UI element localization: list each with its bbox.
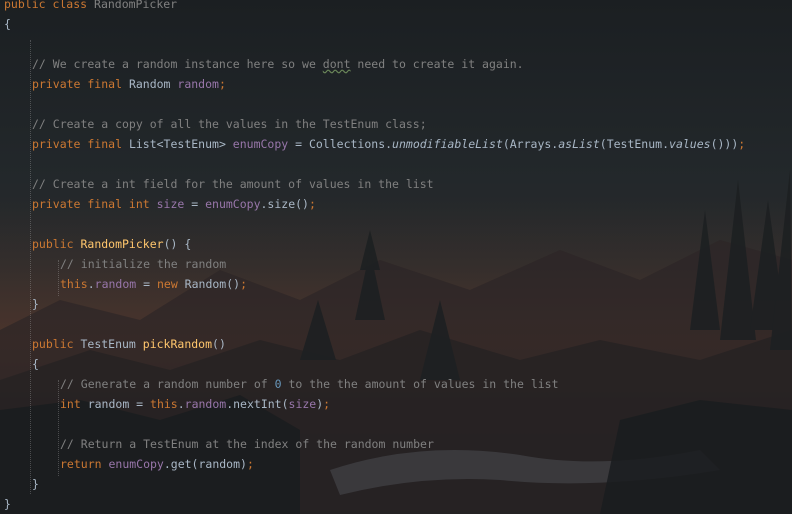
- code-token: unmodifiableList: [392, 137, 503, 151]
- code-line[interactable]: private final List<TestEnum> enumCopy = …: [32, 134, 745, 154]
- code-token: {: [32, 357, 39, 371]
- code-token: public: [32, 337, 81, 351]
- code-token: public: [32, 237, 81, 251]
- code-token: random: [177, 77, 219, 91]
- code-token: List<TestEnum>: [128, 137, 233, 151]
- code-token: int: [60, 397, 88, 411]
- code-editor[interactable]: public class RandomPicker { // We create a…: [0, 0, 792, 514]
- code-token: public class: [4, 0, 95, 11]
- code-token: }: [32, 477, 39, 491]
- code-token: ;: [218, 77, 226, 91]
- code-line[interactable]: // Return a TestEnum at the index of the…: [60, 434, 434, 454]
- code-token: (Arrays.: [502, 137, 559, 151]
- code-token: private final: [32, 137, 129, 151]
- code-token: need to create it again.: [350, 57, 524, 71]
- code-token: (TestEnum.: [599, 137, 670, 151]
- code-token: random: [184, 397, 227, 411]
- code-token: enumCopy: [108, 457, 164, 471]
- code-line[interactable]: public class RandomPicker: [4, 0, 177, 14]
- code-line[interactable]: private final int size = enumCopy.size()…: [32, 194, 316, 214]
- code-token: // We create a random instance here so w…: [32, 57, 323, 71]
- code-line[interactable]: private final Random random;: [32, 74, 226, 94]
- code-token: values: [669, 137, 711, 151]
- code-token: = Collections.: [288, 137, 393, 151]
- code-token: new: [156, 277, 185, 291]
- code-token: .size(): [260, 197, 309, 211]
- code-token: asList: [558, 137, 600, 151]
- code-token: .get(random): [163, 457, 247, 471]
- code-line[interactable]: }: [32, 294, 39, 314]
- code-token: // Create a int field for the amount of …: [32, 177, 434, 191]
- code-token: private final: [32, 77, 129, 91]
- code-line[interactable]: }: [4, 494, 11, 514]
- code-token: this: [60, 277, 88, 291]
- code-token: return: [60, 457, 109, 471]
- code-token: ;: [246, 457, 254, 471]
- code-line[interactable]: // Generate a random number of 0 to the …: [60, 374, 559, 394]
- code-token: =: [184, 197, 206, 211]
- code-area[interactable]: public class RandomPicker { // We create a…: [0, 0, 792, 514]
- code-token: .: [87, 277, 95, 291]
- code-line[interactable]: {: [32, 354, 39, 374]
- code-line[interactable]: }: [32, 474, 39, 494]
- code-token: ;: [240, 277, 247, 291]
- code-line[interactable]: // Create a int field for the amount of …: [32, 174, 434, 194]
- code-token: .: [177, 397, 185, 411]
- code-token: // Create a copy of all the values in th…: [32, 117, 427, 131]
- code-token: Random(): [184, 277, 241, 291]
- code-token: enumCopy: [232, 137, 289, 151]
- code-token: size: [156, 197, 185, 211]
- code-token: random: [94, 277, 137, 291]
- code-token: }: [32, 297, 39, 311]
- code-token: private final int: [32, 197, 157, 211]
- code-token: {: [4, 17, 11, 31]
- code-token: .nextInt(: [226, 397, 289, 411]
- code-line[interactable]: public RandomPicker() {: [32, 234, 191, 254]
- code-token: dont: [322, 57, 351, 71]
- code-line[interactable]: {: [4, 14, 11, 34]
- code-token: 0: [274, 377, 282, 391]
- code-token: pickRandom: [142, 337, 213, 351]
- code-token: ())): [710, 137, 739, 151]
- code-token: // Generate a random number of: [60, 377, 275, 391]
- code-token: // initialize the random: [60, 257, 227, 271]
- code-token: to the the amount of values in the list: [281, 377, 559, 391]
- code-token: random =: [87, 397, 151, 411]
- code-line[interactable]: return enumCopy.get(random);: [60, 454, 254, 474]
- code-line[interactable]: // initialize the random: [60, 254, 226, 274]
- code-token: enumCopy: [205, 197, 261, 211]
- code-token: ;: [323, 397, 331, 411]
- code-token: // Return a TestEnum at the index of the…: [60, 437, 434, 451]
- code-token: }: [4, 497, 11, 511]
- code-token: () {: [163, 237, 192, 251]
- code-line[interactable]: // Create a copy of all the values in th…: [32, 114, 427, 134]
- code-token: ;: [738, 137, 746, 151]
- code-token: Random: [128, 77, 178, 91]
- code-token: RandomPicker: [80, 237, 164, 251]
- code-token: =: [136, 277, 157, 291]
- code-token: (): [212, 337, 226, 351]
- code-line[interactable]: this.random = new Random();: [60, 274, 247, 294]
- code-token: ;: [308, 197, 316, 211]
- code-token: size: [288, 397, 317, 411]
- code-line[interactable]: int random = this.random.nextInt(size);: [60, 394, 330, 414]
- code-token: this: [150, 397, 178, 411]
- code-line[interactable]: public TestEnum pickRandom(): [32, 334, 226, 354]
- code-token: TestEnum: [80, 337, 143, 351]
- code-line[interactable]: // We create a random instance here so w…: [32, 54, 524, 74]
- code-token: RandomPicker: [94, 0, 178, 11]
